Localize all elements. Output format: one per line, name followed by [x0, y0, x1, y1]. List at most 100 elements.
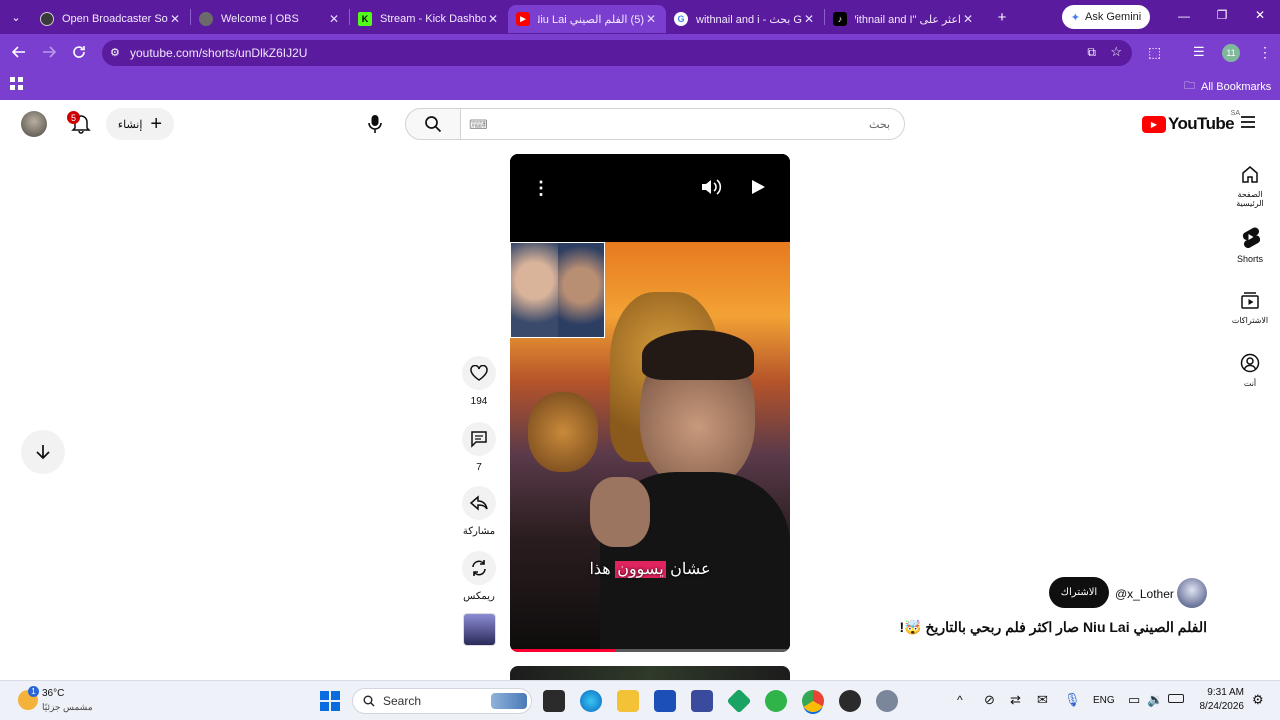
- taskbar-search-label: Search: [383, 694, 422, 708]
- play-icon[interactable]: [750, 179, 766, 198]
- progress-track[interactable]: [510, 649, 790, 652]
- tray-sync-icon[interactable]: ⊘: [984, 692, 995, 708]
- tray-mail-icon[interactable]: ✉: [1037, 692, 1048, 708]
- task-view-icon[interactable]: [543, 690, 565, 712]
- window-close-icon[interactable]: ✕: [1248, 8, 1272, 22]
- subscribe-button[interactable]: الاشتراك: [1049, 577, 1109, 608]
- player-top-bar: [510, 154, 790, 242]
- search-button[interactable]: [405, 108, 461, 140]
- tab-search-chevron-icon[interactable]: ⌄: [0, 2, 32, 32]
- remix-action[interactable]: ريمكس: [462, 551, 496, 602]
- reload-icon[interactable]: [64, 37, 94, 67]
- close-icon[interactable]: ✕: [486, 12, 500, 26]
- like-action[interactable]: 194: [462, 356, 496, 407]
- store-icon[interactable]: [654, 690, 676, 712]
- comment-action[interactable]: 7: [462, 422, 496, 473]
- app-icon[interactable]: [691, 690, 713, 712]
- presenter-hair: [642, 330, 754, 380]
- clock[interactable]: 9:31 AM 8/24/2026: [1190, 686, 1245, 714]
- voice-search-button[interactable]: [358, 108, 392, 140]
- back-arrow-icon[interactable]: [4, 37, 34, 67]
- obs-icon[interactable]: [839, 690, 861, 712]
- remix-icon: [472, 560, 486, 576]
- search-input[interactable]: ⌨ بحث: [460, 108, 905, 140]
- nav-label: الاشتراكات: [1231, 316, 1269, 325]
- windows-start-icon[interactable]: [320, 691, 340, 714]
- search-highlight-image: [491, 693, 527, 709]
- install-app-icon[interactable]: ⧉: [1087, 45, 1096, 60]
- keyboard-icon[interactable]: ⌨: [469, 117, 488, 133]
- nav-item-shorts[interactable]: Shorts: [1226, 226, 1274, 264]
- nav-item-you[interactable]: أنت: [1226, 353, 1274, 388]
- notification-center-icon[interactable]: ⚙: [1252, 692, 1264, 708]
- sound-thumbnail[interactable]: [463, 613, 496, 646]
- edge-icon[interactable]: [580, 690, 602, 712]
- weather-widget[interactable]: 1 36°C مشمس جزئيًا: [14, 686, 124, 716]
- battery-icon[interactable]: [1168, 694, 1184, 703]
- network-icon[interactable]: ▭: [1128, 692, 1140, 708]
- close-icon[interactable]: ✕: [168, 12, 182, 26]
- language-indicator[interactable]: ENG: [1093, 695, 1115, 706]
- share-action[interactable]: مشاركة: [462, 486, 496, 537]
- guide-menu-icon[interactable]: [1240, 115, 1260, 132]
- comment-button[interactable]: [462, 422, 496, 456]
- small-creature: [528, 392, 598, 472]
- address-bar[interactable]: ⚙ youtube.com/shorts/unDlkZ6IJ2U ⧉ ☆: [102, 40, 1132, 66]
- shorts-player[interactable]: ⋮ عشان يسوون هذا: [510, 154, 790, 652]
- tab-tiktok[interactable]: ♪ اعثر على "Withnail and I" ✕: [825, 5, 983, 33]
- tab-obs-software[interactable]: Open Broadcaster Soft ✕: [32, 5, 190, 33]
- browser-menu-icon[interactable]: ⋮: [1258, 44, 1272, 61]
- close-icon[interactable]: ✕: [961, 12, 975, 26]
- bookmark-star-icon[interactable]: ☆: [1110, 44, 1122, 60]
- next-short-button[interactable]: [21, 430, 65, 474]
- minimize-icon[interactable]: —: [1172, 9, 1196, 23]
- close-icon[interactable]: ✕: [327, 12, 341, 26]
- tray-app-icon[interactable]: ⇄: [1010, 692, 1021, 708]
- all-bookmarks-button[interactable]: 🗀 All Bookmarks: [1184, 77, 1271, 96]
- settings-gear-icon[interactable]: [876, 690, 898, 712]
- profile-avatar[interactable]: 11: [1222, 44, 1240, 62]
- nav-item-home[interactable]: الصفحة الرئيسية: [1226, 164, 1274, 208]
- reading-list-icon[interactable]: ☰: [1193, 44, 1205, 60]
- ask-gemini-button[interactable]: ✦ Ask Gemini: [1062, 5, 1150, 29]
- all-bookmarks-label: All Bookmarks: [1201, 80, 1272, 93]
- tab-google-search[interactable]: G withnail and i - بحث Go ✕: [666, 5, 824, 33]
- tab-youtube-short[interactable]: ▶ (5) الفلم الصيني Niu Lai ✕: [508, 5, 666, 33]
- channel-avatar[interactable]: [1177, 578, 1207, 608]
- account-avatar[interactable]: [21, 111, 47, 137]
- nav-item-subscriptions[interactable]: الاشتراكات: [1226, 290, 1274, 325]
- tray-chevron-icon[interactable]: ^: [957, 693, 963, 707]
- restore-icon[interactable]: ❐: [1210, 8, 1234, 22]
- app-diamond-icon[interactable]: [726, 688, 752, 714]
- taskbar-search[interactable]: Search: [352, 688, 532, 714]
- apps-grid-icon[interactable]: [10, 77, 23, 90]
- share-button[interactable]: [462, 486, 496, 520]
- channel-handle[interactable]: @x_Lother: [1115, 587, 1174, 601]
- more-options-icon[interactable]: ⋮: [532, 178, 550, 199]
- tab-title: Welcome | OBS: [221, 13, 299, 25]
- chrome-icon[interactable]: [802, 690, 824, 712]
- youtube-play-logo-icon: ▶: [1142, 115, 1166, 133]
- utorrent-icon[interactable]: [765, 690, 787, 712]
- create-button[interactable]: إنشاء +: [106, 108, 174, 140]
- tray-mic-icon[interactable]: 🎙: [1064, 692, 1081, 708]
- remix-button[interactable]: [462, 551, 496, 585]
- extensions-icon[interactable]: ⬚: [1148, 44, 1161, 61]
- close-icon[interactable]: ✕: [802, 12, 816, 26]
- volume-icon[interactable]: [700, 178, 722, 199]
- youtube-logo[interactable]: ▶ YouTube SA: [1142, 110, 1240, 134]
- like-button[interactable]: [462, 356, 496, 390]
- tab-strip: ⌄ Open Broadcaster Soft ✕ Welcome | OBS …: [0, 0, 1280, 34]
- site-info-icon[interactable]: ⚙: [110, 46, 120, 59]
- tab-welcome-obs[interactable]: Welcome | OBS ✕: [191, 5, 349, 33]
- new-tab-icon[interactable]: +: [987, 2, 1017, 32]
- volume-icon[interactable]: 🔉: [1147, 692, 1163, 708]
- close-icon[interactable]: ✕: [644, 12, 658, 26]
- notifications-bell-icon[interactable]: 5: [67, 111, 92, 137]
- tab-kick-dashboard[interactable]: K Stream - Kick Dashboa ✕: [350, 5, 508, 33]
- progress-fill: [510, 649, 617, 652]
- file-explorer-icon[interactable]: [617, 690, 639, 712]
- forward-arrow-icon[interactable]: [34, 37, 64, 67]
- gemini-sparkle-icon: ✦: [1070, 11, 1080, 24]
- next-short-preview[interactable]: [510, 666, 790, 680]
